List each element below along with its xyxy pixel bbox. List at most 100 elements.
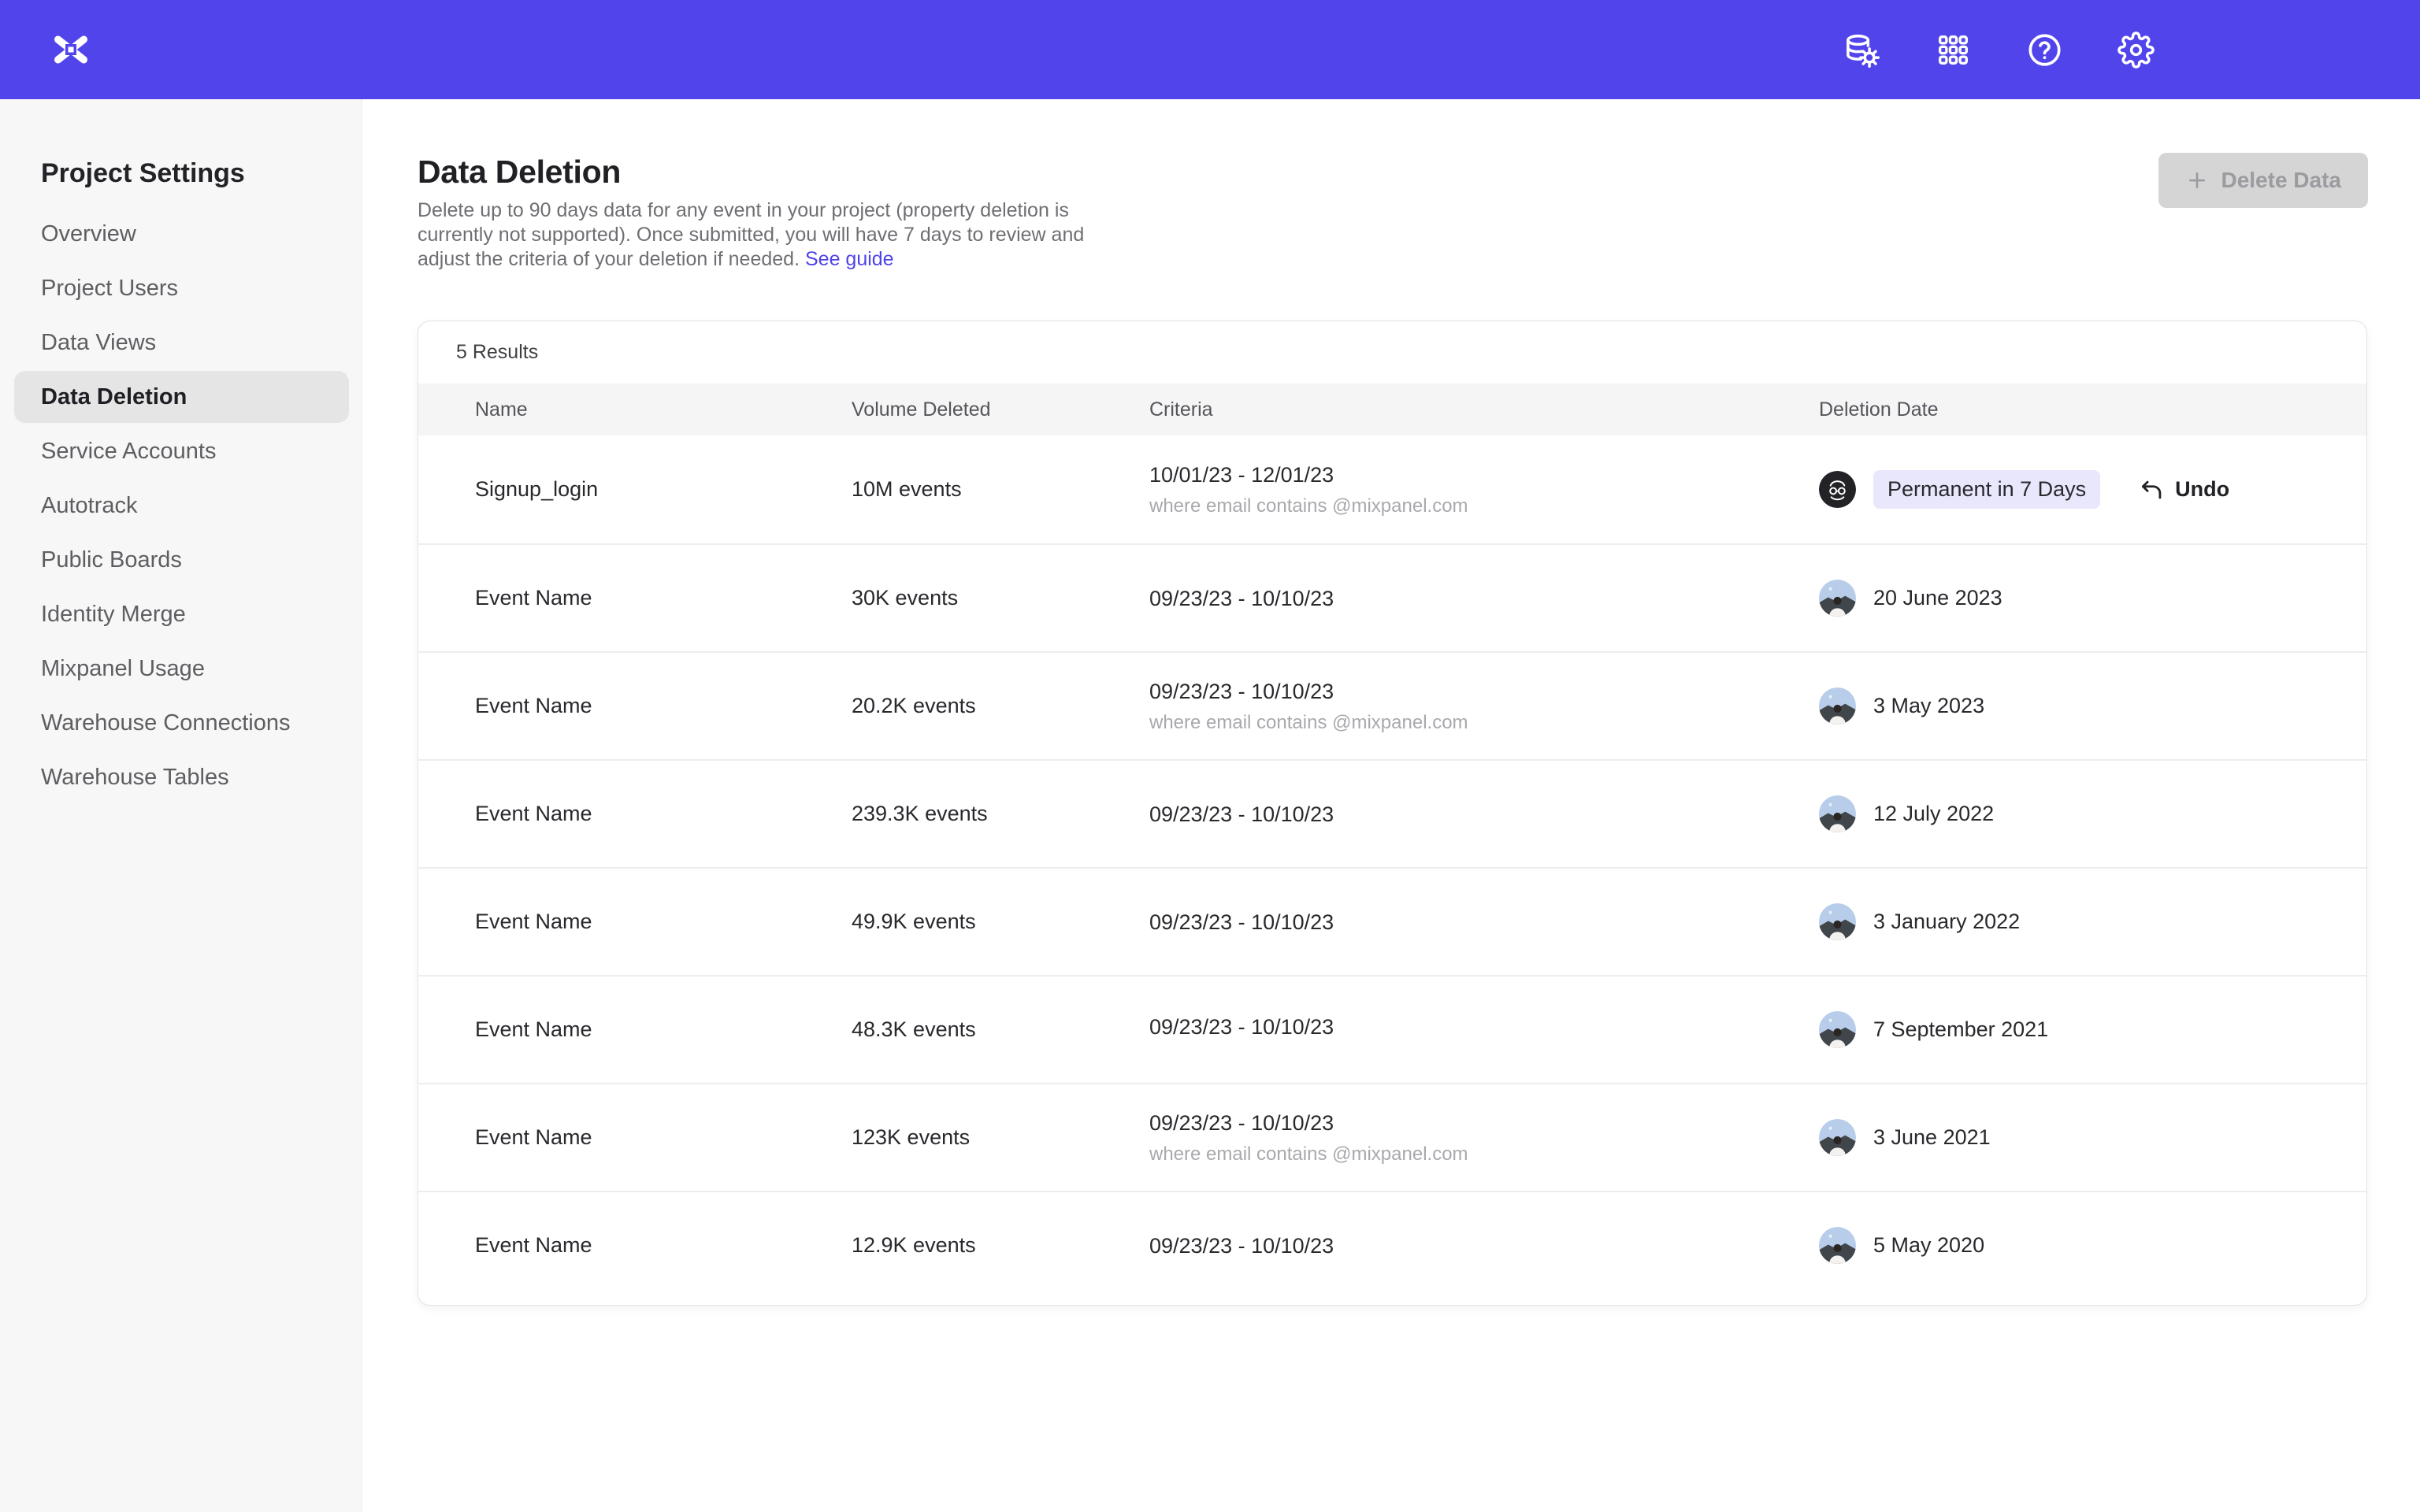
cell-criteria: 09/23/23 - 10/10/23 — [1149, 801, 1819, 828]
criteria-date-range: 09/23/23 - 10/10/23 — [1149, 909, 1819, 936]
sidebar-item-label: Service Accounts — [41, 439, 216, 465]
undo-button[interactable]: Undo — [2138, 476, 2229, 503]
sidebar-item-service-accounts[interactable]: Service Accounts — [14, 425, 349, 477]
deletion-date-text: 7 September 2021 — [1873, 1017, 2048, 1042]
mixpanel-logo-icon — [49, 28, 93, 72]
sidebar-item-data-views[interactable]: Data Views — [14, 317, 349, 369]
cell-criteria: 09/23/23 - 10/10/23 — [1149, 909, 1819, 936]
sidebar-item-warehouse-tables[interactable]: Warehouse Tables — [14, 751, 349, 803]
sidebar-item-warehouse-connections[interactable]: Warehouse Connections — [14, 697, 349, 749]
user-photo-avatar — [1819, 1227, 1856, 1264]
page-header: Data Deletion Delete up to 90 days data … — [418, 153, 2368, 272]
user-photo-avatar — [1819, 1119, 1856, 1156]
column-header-volume-deleted: Volume Deleted — [852, 398, 1149, 421]
cell-deletion-date: 7 September 2021 — [1819, 1011, 2366, 1048]
sidebar-item-label: Overview — [41, 221, 136, 247]
deletion-date-text: 5 May 2020 — [1873, 1233, 1984, 1258]
sidebar-item-identity-merge[interactable]: Identity Merge — [14, 588, 349, 640]
cell-criteria: 09/23/23 - 10/10/23 where email contains … — [1149, 678, 1819, 735]
cell-volume-deleted: 123K events — [852, 1125, 1149, 1150]
sidebar-item-label: Warehouse Connections — [41, 710, 291, 736]
sidebar-item-public-boards[interactable]: Public Boards — [14, 534, 349, 586]
results-count: 5 Results — [418, 321, 2366, 384]
see-guide-link[interactable]: See guide — [805, 248, 894, 270]
cell-deletion-date: 12 July 2022 — [1819, 795, 2366, 832]
cell-name: Event Name — [475, 586, 852, 610]
deletions-table-card: 5 Results NameVolume DeletedCriteriaDele… — [418, 321, 2367, 1306]
deletion-date-text: 12 July 2022 — [1873, 802, 1994, 826]
sidebar-item-label: Public Boards — [41, 547, 182, 573]
sidebar-title: Project Settings — [41, 154, 362, 192]
table-row: Signup_login 10M events 10/01/23 - 12/01… — [418, 435, 2366, 543]
criteria-date-range: 09/23/23 - 10/10/23 — [1149, 678, 1819, 705]
cell-name: Event Name — [475, 694, 852, 718]
delete-data-button-label: Delete Data — [2221, 168, 2341, 193]
undo-icon — [2138, 476, 2165, 503]
table-row: Event Name 49.9K events 09/23/23 - 10/10… — [418, 867, 2366, 975]
mixpanel-logo[interactable] — [49, 28, 93, 72]
sidebar-item-label: Mixpanel Usage — [41, 656, 205, 682]
cell-deletion-date: 3 June 2021 — [1819, 1119, 2366, 1156]
user-photo-avatar — [1819, 687, 1856, 724]
cell-volume-deleted: 30K events — [852, 586, 1149, 610]
criteria-subtext: where email contains @mixpanel.com — [1149, 711, 1819, 735]
permanent-badge: Permanent in 7 Days — [1873, 470, 2100, 509]
criteria-subtext: where email contains @mixpanel.com — [1149, 495, 1819, 518]
cell-name: Event Name — [475, 1017, 852, 1042]
page-description-text: Delete up to 90 days data for any event … — [418, 199, 1084, 270]
criteria-subtext: where email contains @mixpanel.com — [1149, 1143, 1819, 1166]
table-row: Event Name 12.9K events 09/23/23 - 10/10… — [418, 1191, 2366, 1299]
deletion-date-text: 3 May 2023 — [1873, 694, 1984, 718]
table-body: Signup_login 10M events 10/01/23 - 12/01… — [418, 435, 2366, 1299]
sidebar-item-autotrack[interactable]: Autotrack — [14, 480, 349, 532]
column-header-name: Name — [475, 398, 852, 421]
cell-deletion-date: 3 May 2023 — [1819, 687, 2366, 724]
cell-deletion-date: Permanent in 7 Days Undo — [1819, 470, 2366, 509]
cell-volume-deleted: 239.3K events — [852, 802, 1149, 826]
criteria-date-range: 09/23/23 - 10/10/23 — [1149, 801, 1819, 828]
help-icon[interactable] — [2025, 30, 2064, 69]
cell-volume-deleted: 20.2K events — [852, 694, 1149, 718]
sidebar-item-project-users[interactable]: Project Users — [14, 262, 349, 314]
cell-criteria: 09/23/23 - 10/10/23 — [1149, 1232, 1819, 1259]
apps-grid-icon[interactable] — [1933, 30, 1973, 69]
sidebar-item-label: Data Deletion — [41, 384, 187, 410]
cell-volume-deleted: 12.9K events — [852, 1233, 1149, 1258]
topbar-icon-group — [1842, 30, 2155, 69]
cell-name: Event Name — [475, 1233, 852, 1258]
cell-criteria: 10/01/23 - 12/01/23 where email contains … — [1149, 461, 1819, 518]
deletion-date-text: 20 June 2023 — [1873, 586, 2002, 610]
criteria-date-range: 10/01/23 - 12/01/23 — [1149, 461, 1819, 488]
cell-deletion-date: 3 January 2022 — [1819, 903, 2366, 940]
sidebar-item-label: Data Views — [41, 330, 156, 356]
cell-volume-deleted: 48.3K events — [852, 1017, 1149, 1042]
plus-icon — [2185, 169, 2209, 192]
column-header-criteria: Criteria — [1149, 398, 1819, 421]
cell-name: Event Name — [475, 1125, 852, 1150]
sidebar-item-overview[interactable]: Overview — [14, 208, 349, 260]
settings-gear-icon[interactable] — [2116, 30, 2155, 69]
sidebar: Project Settings Overview Project Users Da… — [0, 99, 362, 1512]
column-header-deletion-date: Deletion Date — [1819, 398, 2366, 421]
table-row: Event Name 239.3K events 09/23/23 - 10/1… — [418, 759, 2366, 867]
criteria-date-range: 09/23/23 - 10/10/23 — [1149, 1110, 1819, 1136]
data-settings-icon[interactable] — [1842, 30, 1881, 69]
criteria-date-range: 09/23/23 - 10/10/23 — [1149, 1014, 1819, 1040]
main-content: Data Deletion Delete up to 90 days data … — [362, 99, 2420, 1512]
criteria-date-range: 09/23/23 - 10/10/23 — [1149, 1232, 1819, 1259]
table-row: Event Name 48.3K events 09/23/23 - 10/10… — [418, 975, 2366, 1083]
cell-name: Event Name — [475, 802, 852, 826]
cell-name: Event Name — [475, 910, 852, 934]
delete-data-button[interactable]: Delete Data — [2158, 153, 2368, 208]
cell-criteria: 09/23/23 - 10/10/23 — [1149, 585, 1819, 612]
cell-criteria: 09/23/23 - 10/10/23 where email contains … — [1149, 1110, 1819, 1166]
sidebar-item-data-deletion[interactable]: Data Deletion — [14, 371, 349, 423]
table-header-row: NameVolume DeletedCriteriaDeletion Date — [418, 384, 2366, 435]
table-row: Event Name 30K events 09/23/23 - 10/10/2… — [418, 543, 2366, 651]
cell-criteria: 09/23/23 - 10/10/23 — [1149, 1014, 1819, 1047]
sidebar-nav: Overview Project Users Data Views Data Dele… — [0, 208, 362, 803]
cell-volume-deleted: 10M events — [852, 477, 1149, 502]
user-photo-avatar — [1819, 580, 1856, 617]
deletion-date-text: 3 January 2022 — [1873, 910, 2020, 934]
sidebar-item-mixpanel-usage[interactable]: Mixpanel Usage — [14, 643, 349, 695]
